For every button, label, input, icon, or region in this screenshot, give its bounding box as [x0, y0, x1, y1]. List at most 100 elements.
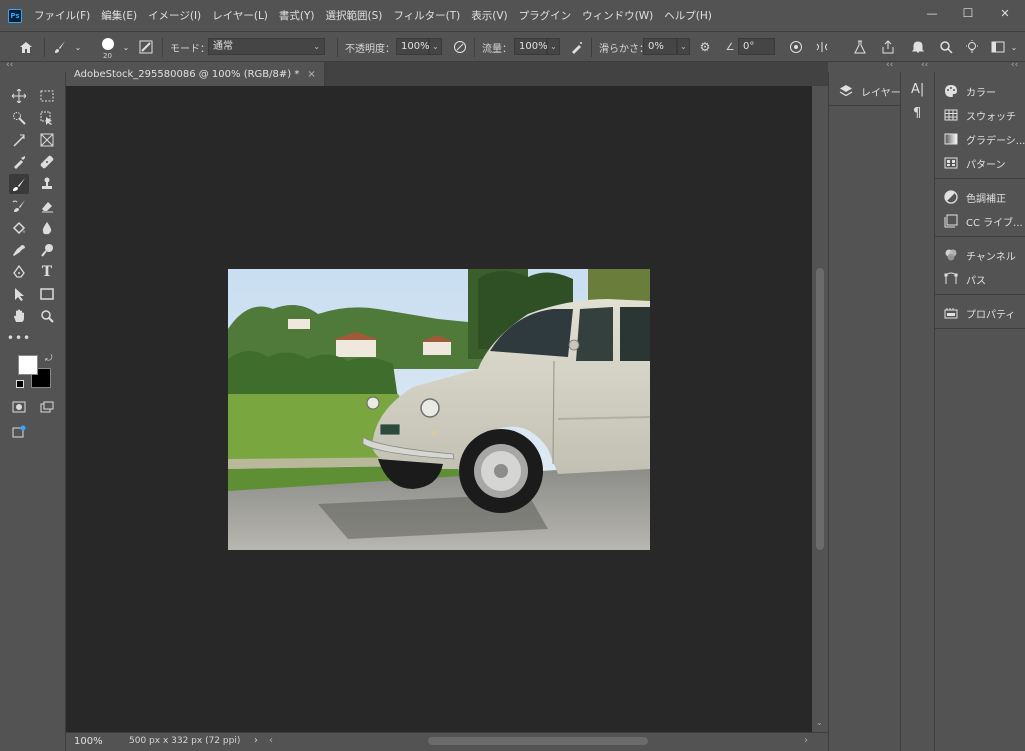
workspace-icon[interactable] [990, 39, 1006, 55]
chevron-down-icon[interactable]: ⌄ [70, 39, 86, 55]
type-tool-icon[interactable]: T [37, 262, 57, 282]
adjustments-panel-button[interactable]: 色調補正 [944, 186, 1006, 208]
path-selection-tool-icon[interactable] [9, 284, 29, 304]
brush-settings-icon[interactable] [138, 39, 154, 55]
history-brush-tool-icon[interactable] [9, 196, 29, 216]
marquee-tool-icon[interactable] [37, 86, 57, 106]
healing-brush-tool-icon[interactable] [37, 152, 57, 172]
flow-input[interactable]: 100% [514, 38, 548, 55]
horizontal-scroll-thumb[interactable] [428, 737, 648, 745]
patterns-panel-button[interactable]: パターン [944, 152, 1006, 174]
vertical-scroll-thumb[interactable] [816, 268, 824, 550]
menu-window[interactable]: ウィンドウ(W) [582, 8, 653, 23]
quick-mask-icon[interactable] [9, 397, 29, 417]
paragraph-panel-icon[interactable]: ¶ [913, 106, 921, 121]
document-info: 500 px x 332 px (72 ppi) [129, 736, 241, 746]
minimize-button[interactable]: — [915, 0, 949, 26]
eraser-tool-icon[interactable] [37, 196, 57, 216]
chevron-down-icon: ⌄ [313, 42, 320, 51]
photoshop-logo-icon: Ps [8, 8, 22, 23]
gradients-panel-button[interactable]: グラデーシ... [944, 128, 1025, 150]
menu-file[interactable]: ファイル(F) [34, 8, 90, 23]
collapse-panel-icon[interactable]: ‹‹ [886, 60, 893, 70]
layers-panel-button[interactable]: レイヤー [839, 80, 901, 102]
more-tools-icon[interactable]: ••• [7, 328, 30, 348]
menu-layer[interactable]: レイヤー(L) [212, 8, 268, 23]
menu-edit[interactable]: 編集(E) [101, 8, 137, 23]
share-icon[interactable] [880, 39, 896, 55]
crop-tool-icon[interactable] [9, 130, 29, 150]
zoom-level[interactable]: 100% [74, 736, 103, 747]
collapse-panel-icon[interactable]: ‹‹ [921, 60, 928, 70]
collapse-panel-icon[interactable]: ‹‹ [1011, 60, 1018, 70]
menu-plugins[interactable]: プラグイン [519, 8, 572, 23]
brush-preset-icon[interactable] [52, 39, 68, 55]
maximize-button[interactable]: ☐ [951, 0, 985, 26]
flow-dropdown[interactable]: ⌄ [547, 38, 560, 55]
smoothing-dropdown[interactable]: ⌄ [677, 38, 690, 55]
scroll-down-icon[interactable]: ⌄ [816, 718, 823, 727]
swap-colors-icon[interactable]: ⤾ [45, 354, 53, 364]
mode-select[interactable]: 通常 ⌄ [208, 38, 325, 55]
status-more-button[interactable]: › [254, 735, 258, 746]
foreground-color-swatch[interactable] [18, 355, 38, 375]
discover-lightbulb-icon[interactable] [964, 39, 980, 55]
close-tab-icon[interactable]: × [307, 69, 315, 80]
default-colors-icon[interactable] [16, 380, 24, 388]
eyedropper-tool-icon[interactable] [9, 152, 29, 172]
properties-panel-button[interactable]: プロパティ [944, 302, 1015, 324]
document-image [228, 269, 650, 550]
content-credentials-icon[interactable] [9, 422, 29, 442]
clone-stamp-tool-icon[interactable] [37, 174, 57, 194]
airbrush-icon[interactable] [569, 39, 585, 55]
menu-help[interactable]: ヘルプ(H) [664, 8, 712, 23]
object-select-tool-icon[interactable] [37, 108, 57, 128]
swatches-panel-button[interactable]: スウォッチ [944, 104, 1016, 126]
channels-panel-button[interactable]: チャンネル [944, 244, 1016, 266]
dodge-tool-icon[interactable] [9, 240, 29, 260]
pressure-size-icon[interactable] [788, 39, 804, 55]
menu-filter[interactable]: フィルター(T) [393, 8, 460, 23]
chevron-down-icon[interactable]: ⌄ [118, 39, 134, 55]
home-icon[interactable] [18, 39, 34, 55]
beaker-icon[interactable] [852, 39, 868, 55]
flow-label: 流量： [482, 44, 512, 55]
zoom-tool-icon[interactable] [37, 306, 57, 326]
brush-tip-icon[interactable] [100, 36, 116, 52]
burn-tool-icon[interactable] [37, 240, 57, 260]
smoothing-input[interactable]: 0% [643, 38, 677, 55]
rectangle-tool-icon[interactable] [37, 284, 57, 304]
paths-panel-button[interactable]: パス [944, 268, 986, 290]
scroll-left-icon[interactable]: ‹ [269, 735, 273, 746]
brush-tool-icon[interactable] [9, 174, 29, 194]
menu-image[interactable]: イメージ(I) [148, 8, 201, 23]
menu-view[interactable]: 表示(V) [471, 8, 507, 23]
collapse-toolbar-icon[interactable]: ‹‹ [6, 60, 13, 70]
chevron-down-icon[interactable]: ⌄ [1006, 39, 1022, 55]
move-tool-icon[interactable] [9, 86, 29, 106]
pressure-opacity-icon[interactable] [452, 39, 468, 55]
character-panel-icon[interactable]: A| [911, 82, 924, 97]
cc-libraries-panel-button[interactable]: CC ライブ... [944, 210, 1023, 232]
angle-input[interactable]: 0° [738, 38, 775, 55]
layers-panel-dock: レイヤー [828, 72, 901, 751]
screen-mode-icon[interactable] [37, 397, 57, 417]
scroll-right-icon[interactable]: › [804, 735, 808, 746]
color-panel-button[interactable]: カラー [944, 80, 996, 102]
opacity-input[interactable]: 100% [396, 38, 430, 55]
opacity-dropdown[interactable]: ⌄ [429, 38, 442, 55]
menu-select[interactable]: 選択範囲(S) [326, 8, 383, 23]
document-tab[interactable]: AdobeStock_295580086 @ 100% (RGB/8#) * × [66, 62, 325, 86]
close-button[interactable]: ✕ [988, 0, 1022, 26]
frame-tool-icon[interactable] [37, 130, 57, 150]
gear-icon[interactable]: ⚙ [697, 39, 713, 55]
paint-bucket-tool-icon[interactable] [9, 218, 29, 238]
notification-bell-icon[interactable] [910, 39, 926, 55]
pen-tool-icon[interactable] [9, 262, 29, 282]
symmetry-icon[interactable] [814, 39, 830, 55]
blur-tool-icon[interactable] [37, 218, 57, 238]
quick-select-tool-icon[interactable] [9, 108, 29, 128]
search-icon[interactable] [938, 39, 954, 55]
hand-tool-icon[interactable] [9, 306, 29, 326]
menu-type[interactable]: 書式(Y) [279, 8, 315, 23]
